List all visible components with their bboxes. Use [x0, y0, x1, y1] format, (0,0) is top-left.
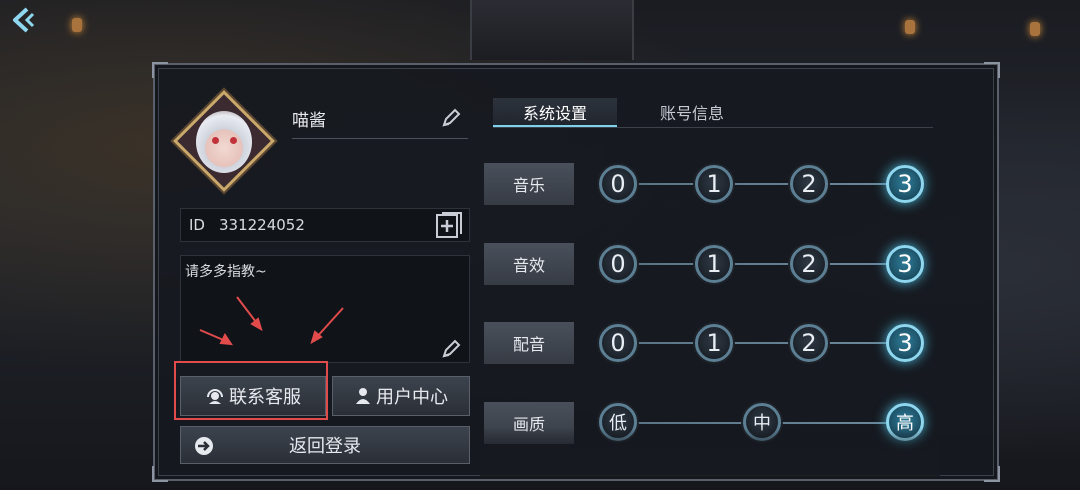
sound-effects-track: [620, 263, 904, 265]
panel-corner: [984, 466, 1000, 482]
copy-id-icon[interactable]: [434, 210, 464, 240]
player-id-field: ID 331224052: [180, 208, 470, 242]
sound-effects-label: 音效: [484, 243, 574, 285]
edit-name-icon[interactable]: [440, 107, 462, 129]
back-to-login-button[interactable]: 返回登录: [180, 426, 470, 464]
background-lamp: [905, 20, 915, 34]
avatar-portrait: [196, 111, 252, 173]
id-value: 331224052: [219, 216, 305, 234]
tab-account-info[interactable]: 账号信息: [630, 98, 754, 126]
id-label: ID: [189, 216, 205, 234]
name-underline: [292, 138, 468, 139]
music-track: [620, 183, 904, 185]
edit-bio-icon[interactable]: [440, 338, 462, 360]
sound-effects-level-3[interactable]: 3: [886, 245, 924, 283]
panel-corner: [152, 62, 168, 78]
user-center-button[interactable]: 用户中心: [332, 376, 470, 416]
player-name: 喵酱: [292, 111, 326, 131]
panel-corner: [152, 466, 168, 482]
back-arrow-icon: [13, 7, 35, 33]
voice-level-1[interactable]: 1: [695, 324, 733, 362]
avatar-eye: [230, 137, 237, 144]
back-to-login-label: 返回登录: [289, 436, 361, 457]
music-label: 音乐: [484, 163, 574, 205]
user-center-label: 用户中心: [376, 387, 448, 408]
sound-effects-level-1[interactable]: 1: [695, 245, 733, 283]
scroll-fade: [480, 427, 940, 477]
avatar[interactable]: [173, 90, 275, 192]
background-tower: [470, 0, 634, 60]
voice-level-0[interactable]: 0: [599, 324, 637, 362]
voice-track: [620, 342, 904, 344]
music-level-2[interactable]: 2: [790, 165, 828, 203]
background-lamp: [1030, 22, 1040, 36]
user-icon: [356, 388, 370, 404]
avatar-eye: [212, 137, 219, 144]
voice-label: 配音: [484, 322, 574, 364]
highlight-box: [174, 361, 328, 420]
sound-effects-level-0[interactable]: 0: [599, 245, 637, 283]
tab-system-settings[interactable]: 系统设置: [493, 98, 617, 128]
logout-arrow-icon: [195, 437, 213, 455]
annotation-arrows: [199, 296, 344, 346]
music-level-3[interactable]: 3: [886, 165, 924, 203]
back-button[interactable]: [6, 4, 42, 36]
music-level-0[interactable]: 0: [599, 165, 637, 203]
voice-level-2[interactable]: 2: [790, 324, 828, 362]
background-lamp: [72, 18, 82, 32]
bio-text: 请多多指教~: [185, 264, 267, 280]
music-level-1[interactable]: 1: [695, 165, 733, 203]
voice-level-3[interactable]: 3: [886, 324, 924, 362]
panel-corner: [984, 62, 1000, 78]
sound-effects-level-2[interactable]: 2: [790, 245, 828, 283]
tab-divider: [493, 127, 933, 128]
